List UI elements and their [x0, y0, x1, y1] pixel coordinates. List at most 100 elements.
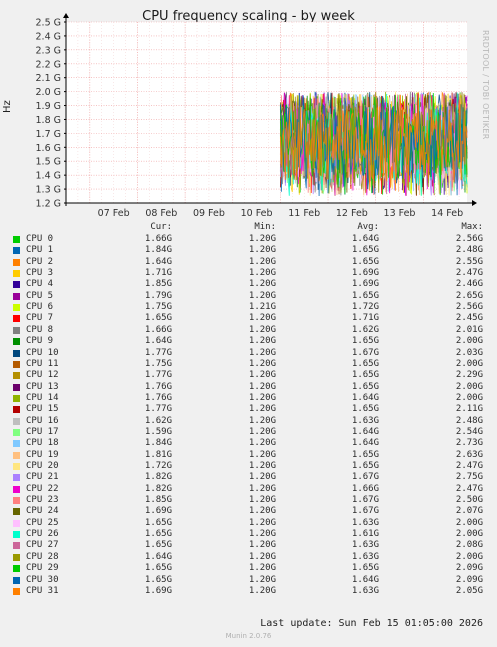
legend-min-value: 1.20G [248, 279, 276, 290]
y-tick-label: 1.3 G [36, 185, 62, 196]
legend-avg-value: 1.65G [351, 256, 379, 267]
legend-avg-value: 1.67G [351, 347, 379, 358]
legend-min-value: 1.20G [248, 290, 276, 301]
legend-cur-value: 1.64G [144, 256, 172, 267]
legend-min-value: 1.20G [248, 426, 276, 437]
legend-max-value: 2.73G [455, 438, 483, 449]
legend-row: CPU 6 1.75G 1.21G 1.72G 2.56G [0, 302, 497, 313]
legend-max-value: 2.03G [455, 347, 483, 358]
legend-swatch [13, 394, 20, 402]
legend-cur-value: 1.75G [144, 302, 172, 313]
legend-min-value: 1.20G [248, 268, 276, 279]
legend-max-value: 2.00G [455, 529, 483, 540]
legend-series-name: CPU 31 [26, 585, 59, 596]
legend-min-value: 1.20G [248, 392, 276, 403]
legend-cur-value: 1.77G [144, 347, 172, 358]
y-tick-label: 1.7 G [36, 129, 62, 140]
y-tick-label: 1.4 G [36, 171, 62, 182]
legend-min-value: 1.20G [248, 472, 276, 483]
legend-row: CPU 1 1.84G 1.20G 1.65G 2.48G [0, 245, 497, 256]
legend-cur-value: 1.65G [144, 540, 172, 551]
legend-series-name: CPU 1 [26, 245, 54, 256]
legend-min-value: 1.20G [248, 563, 276, 574]
legend-row: CPU 10 1.77G 1.20G 1.67G 2.03G [0, 348, 497, 359]
legend-max-value: 2.48G [455, 245, 483, 256]
legend-min-value: 1.20G [248, 585, 276, 596]
legend-min-value: 1.20G [248, 551, 276, 562]
legend-swatch [13, 383, 20, 391]
legend-swatch [13, 497, 20, 505]
legend-min-value: 1.20G [248, 438, 276, 449]
legend-min-value: 1.20G [248, 449, 276, 460]
legend-series-name: CPU 14 [26, 392, 59, 403]
y-tick-label: 2.5 G [36, 18, 62, 29]
legend-avg-value: 1.65G [351, 404, 379, 415]
x-tick-label: 11 Feb [288, 208, 320, 219]
legend-min-value: 1.20G [248, 495, 276, 506]
legend-row: CPU 11 1.75G 1.20G 1.65G 2.00G [0, 359, 497, 370]
legend-min-value: 1.20G [248, 404, 276, 415]
legend-series-name: CPU 3 [26, 268, 54, 279]
y-tick-label: 2.0 G [36, 87, 62, 98]
legend-min-value: 1.20G [248, 574, 276, 585]
legend-series-name: CPU 27 [26, 540, 59, 551]
legend-min-value: 1.20G [248, 234, 276, 244]
legend-max-value: 2.00G [455, 551, 483, 562]
legend-avg-value: 1.66G [351, 483, 379, 494]
legend-row: CPU 14 1.76G 1.20G 1.64G 2.00G [0, 393, 497, 404]
y-axis-arrow-icon [63, 13, 69, 18]
legend-max-value: 2.00G [455, 392, 483, 403]
legend-cur-value: 1.81G [144, 449, 172, 460]
y-tick-label: 2.1 G [36, 73, 62, 84]
legend-row: CPU 9 1.64G 1.20G 1.65G 2.00G [0, 336, 497, 347]
legend-swatch [13, 236, 20, 243]
legend-series-name: CPU 4 [26, 279, 54, 290]
legend-swatch [13, 304, 20, 312]
legend-cur-value: 1.71G [144, 268, 172, 279]
legend-row: CPU 17 1.59G 1.20G 1.64G 2.54G [0, 427, 497, 438]
legend-max-value: 2.11G [455, 404, 483, 415]
y-tick-label: 2.3 G [36, 45, 62, 56]
legend-row: CPU 13 1.76G 1.20G 1.65G 2.00G [0, 382, 497, 393]
legend-row: CPU 12 1.77G 1.20G 1.65G 2.29G [0, 370, 497, 381]
legend-cur-value: 1.84G [144, 245, 172, 256]
column-max-header: Max: [461, 222, 483, 232]
legend-row: CPU 27 1.65G 1.20G 1.63G 2.08G [0, 540, 497, 551]
legend-swatch [13, 542, 20, 550]
legend-min-value: 1.20G [248, 529, 276, 540]
munin-version: Munin 2.0.76 [225, 632, 272, 640]
legend-avg-value: 1.71G [351, 313, 379, 324]
legend-max-value: 2.65G [455, 290, 483, 301]
legend-swatch [13, 553, 20, 561]
legend-avg-value: 1.64G [351, 392, 379, 403]
legend-avg-value: 1.63G [351, 551, 379, 562]
legend-avg-value: 1.65G [351, 381, 379, 392]
legend-avg-value: 1.67G [351, 495, 379, 506]
x-tick-label: 12 Feb [336, 208, 368, 219]
y-tick-label: 2.4 G [36, 31, 62, 42]
legend-series-name: CPU 26 [26, 529, 59, 540]
legend-row: CPU 20 1.72G 1.20G 1.65G 2.47G [0, 461, 497, 472]
legend-cur-value: 1.76G [144, 381, 172, 392]
legend-avg-value: 1.64G [351, 234, 379, 244]
legend-max-value: 2.09G [455, 574, 483, 585]
legend-cur-value: 1.66G [144, 324, 172, 335]
legend-series-name: CPU 7 [26, 313, 54, 324]
x-tick-label: 10 Feb [241, 208, 273, 219]
legend-min-value: 1.20G [248, 540, 276, 551]
legend-avg-value: 1.65G [351, 245, 379, 256]
column-min-header: Min: [254, 222, 276, 232]
legend-min-value: 1.20G [248, 506, 276, 517]
legend-cur-value: 1.85G [144, 279, 172, 290]
legend-row: CPU 3 1.71G 1.20G 1.69G 2.47G [0, 268, 497, 279]
legend-max-value: 2.07G [455, 506, 483, 517]
legend-series-name: CPU 11 [26, 358, 59, 369]
legend-cur-value: 1.64G [144, 336, 172, 347]
y-tick-label: 1.5 G [36, 157, 62, 168]
legend-swatch [13, 406, 20, 414]
legend-max-value: 2.00G [455, 336, 483, 347]
legend-swatch [13, 587, 20, 595]
legend-max-value: 2.45G [455, 313, 483, 324]
legend-row: CPU 8 1.66G 1.20G 1.62G 2.01G [0, 325, 497, 336]
legend-min-value: 1.20G [248, 336, 276, 347]
